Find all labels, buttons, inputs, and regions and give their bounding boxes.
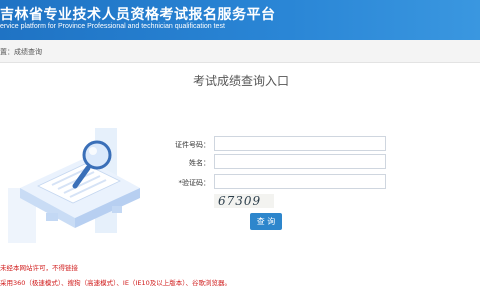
breadcrumb-current[interactable]: 成绩查询 (14, 47, 42, 57)
captcha-label: *验证码： (178, 179, 211, 187)
name-label: 姓名： (189, 159, 210, 167)
browser-notice: 采用360（极速模式）、搜狗（高速模式）、IE（IE10及以上版本）、谷歌浏览器… (0, 279, 231, 287)
captcha-input[interactable] (214, 174, 386, 189)
site-subtitle: ervice platform for Province Professiona… (0, 23, 225, 30)
site-title: 吉林省专业技术人员资格考试报名服务平台 (0, 7, 276, 23)
name-input[interactable] (214, 154, 386, 169)
breadcrumb: 置： 成绩查询 (0, 40, 480, 63)
site-header: 吉林省专业技术人员资格考试报名服务平台 ervice platform for … (0, 0, 480, 40)
search-illustration-icon (8, 128, 140, 243)
breadcrumb-prefix: 置： (0, 48, 14, 56)
query-button[interactable]: 查 询 (250, 213, 282, 230)
id-number-input[interactable] (214, 136, 386, 151)
link-notice: 未经本网站许可，不得链接 (0, 264, 78, 272)
captcha-image[interactable]: 67309 (214, 194, 274, 208)
id-number-label: 证件号码： (175, 141, 210, 149)
captcha-text: 67309 (218, 194, 262, 208)
page-title: 考试成绩查询入口 (193, 74, 290, 88)
